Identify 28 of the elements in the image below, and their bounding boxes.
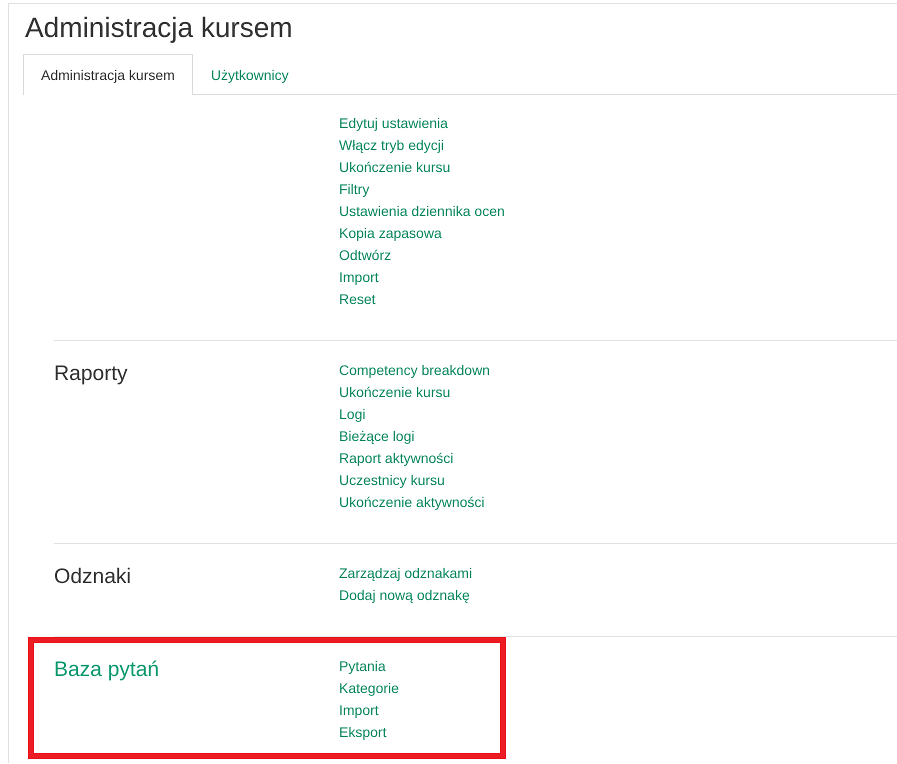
admin-link[interactable]: Bieżące logi: [339, 425, 490, 447]
admin-link[interactable]: Edytuj ustawienia: [339, 112, 505, 134]
section-heading: Raporty: [54, 362, 128, 385]
admin-link[interactable]: Zarządzaj odznakami: [339, 562, 472, 584]
admin-link[interactable]: Reset: [339, 288, 505, 310]
admin-link[interactable]: Import: [339, 699, 399, 721]
tab[interactable]: Administracja kursem: [23, 54, 193, 95]
admin-link[interactable]: Ukończenie kursu: [339, 381, 490, 403]
admin-link[interactable]: Raport aktywności: [339, 447, 490, 469]
admin-link[interactable]: Kategorie: [339, 677, 399, 699]
admin-link[interactable]: Import: [339, 266, 505, 288]
section-heading: Odznaki: [54, 565, 132, 588]
admin-link[interactable]: Włącz tryb edycji: [339, 134, 505, 156]
page-title: Administracja kursem: [25, 11, 294, 45]
admin-link[interactable]: Odtwórz: [339, 244, 505, 266]
admin-link[interactable]: Ukończenie aktywności: [339, 491, 490, 513]
admin-link[interactable]: Ustawienia dziennika ocen: [339, 200, 505, 222]
admin-link[interactable]: Competency breakdown: [339, 359, 490, 381]
admin-link[interactable]: Ukończenie kursu: [339, 156, 505, 178]
admin-link[interactable]: Uczestnicy kursu: [339, 469, 490, 491]
admin-link[interactable]: Dodaj nową odznakę: [339, 584, 472, 606]
admin-link[interactable]: Logi: [339, 403, 490, 425]
tab[interactable]: Użytkownicy: [192, 54, 307, 94]
admin-link[interactable]: Filtry: [339, 178, 505, 200]
admin-link[interactable]: Eksport: [339, 721, 399, 743]
section-heading[interactable]: Baza pytań: [54, 658, 160, 681]
admin-link[interactable]: Pytania: [339, 655, 399, 677]
admin-link[interactable]: Kopia zapasowa: [339, 222, 505, 244]
